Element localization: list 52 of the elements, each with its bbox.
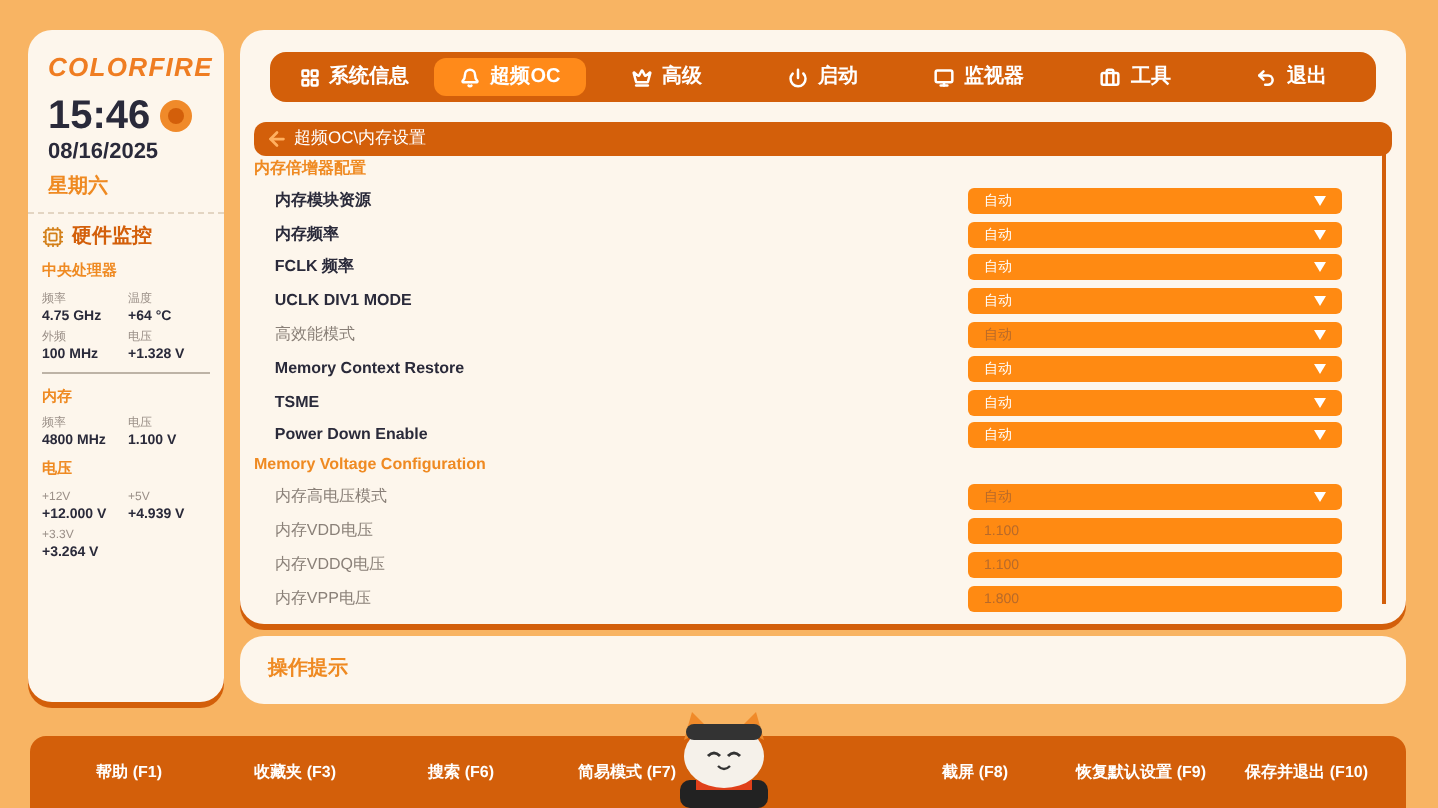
nav-tab[interactable]: 启动: [746, 58, 900, 96]
setting-label: UCLK DIV1 MODE: [272, 290, 414, 314]
date-text: 08/16/2025: [48, 137, 161, 167]
caret-icon: [1314, 195, 1326, 206]
chip-icon: [42, 226, 64, 248]
power-icon: [787, 67, 808, 87]
caret-icon: [1314, 296, 1326, 307]
footer-key-button[interactable]: 简易模式 (F7): [579, 760, 677, 784]
setting-label: 内存VDDQ电压: [272, 553, 388, 577]
setting-label: 高效能模式: [272, 323, 357, 348]
monitor-title: 硬件监控: [72, 223, 152, 252]
caret-icon: [1314, 397, 1326, 408]
setting-label: 内存模块资源: [272, 189, 373, 213]
caret-icon: [1314, 492, 1326, 503]
section-title: Memory Voltage Configuration: [254, 455, 486, 478]
undo-arrow-icon: [1256, 67, 1277, 87]
breadcrumb-text: 超频OC\内存设置: [294, 127, 427, 152]
back-arrow-icon[interactable]: [266, 128, 288, 150]
setting-label: 内存频率: [272, 223, 341, 247]
hint-title: 操作提示: [268, 658, 348, 680]
footer-key-button[interactable]: 收藏夹 (F3): [254, 760, 337, 784]
setting-label: 内存高电压模式: [272, 485, 389, 510]
section-title: 内存倍增器配置: [254, 158, 366, 182]
footer-key-button[interactable]: 帮助 (F1): [96, 760, 163, 784]
setting-label: Power Down Enable: [272, 425, 430, 448]
bell-icon: [460, 67, 481, 87]
grid-icon: [299, 67, 320, 87]
caret-icon: [1314, 430, 1326, 441]
briefcase-icon: [1100, 67, 1121, 87]
setting-label: Memory Context Restore: [272, 357, 467, 381]
nav-tab[interactable]: 监视器: [903, 58, 1056, 96]
crown-icon: [631, 67, 652, 87]
footer-key-button[interactable]: 保存并退出 (F10): [1245, 760, 1369, 784]
weekday-text: 星期六: [48, 172, 110, 202]
setting-label: FCLK 频率: [272, 255, 356, 280]
monitor-icon: [934, 67, 955, 87]
clock-time: 15:46: [48, 95, 151, 135]
caret-icon: [1314, 262, 1326, 273]
nav-tab[interactable]: 系统信息: [278, 58, 431, 96]
caret-icon: [1314, 363, 1326, 374]
nav-tab[interactable]: 工具: [1059, 58, 1212, 96]
setting-label: 内存VPP电压: [272, 587, 373, 611]
caret-icon: [1314, 229, 1326, 240]
footer-key-button[interactable]: 搜索 (F6): [428, 760, 495, 784]
footer-key-button[interactable]: 截屏 (F8): [941, 760, 1008, 784]
nav-tab[interactable]: 退出: [1215, 58, 1368, 96]
nav-tab[interactable]: 超频OC: [434, 58, 587, 96]
caret-icon: [1314, 330, 1326, 341]
nav-tab[interactable]: 高级: [590, 58, 743, 96]
footer-key-button[interactable]: 恢复默认设置 (F9): [1075, 760, 1206, 784]
setting-label: TSME: [272, 391, 322, 415]
setting-label: 内存VDD电压: [272, 520, 375, 544]
